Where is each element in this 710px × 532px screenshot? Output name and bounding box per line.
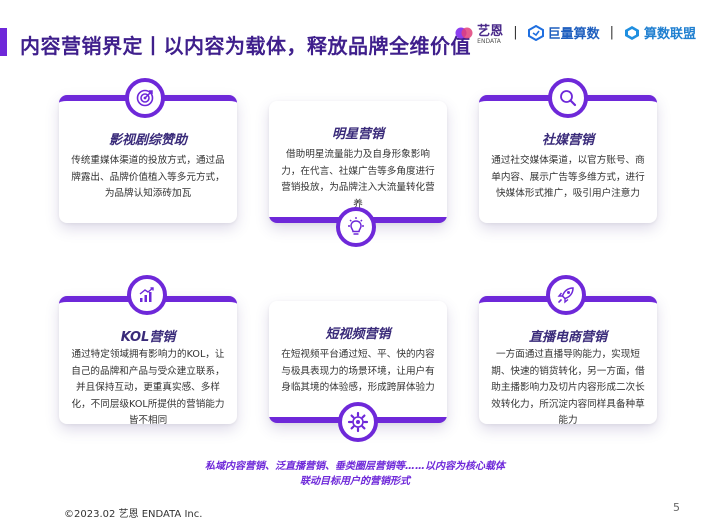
copyright-text: ©2023.02 艺恩 ENDATA Inc.	[64, 509, 203, 520]
lightbulb-icon	[336, 207, 376, 247]
summary-note: 私域内容营销、泛直播营销、垂类圈层营销等……以内容为核心载体 联动目标用户的营销…	[0, 459, 710, 489]
card-body: 一方面通过直播导购能力，实现短期、快速的销货转化，另一方面，借助主播影响力及切片…	[491, 349, 645, 424]
suanshu-logo: 算数联盟	[624, 23, 696, 42]
summary-note-line1: 私域内容营销、泛直播营销、垂类圈层营销等……以内容为核心载体	[205, 461, 505, 472]
gear-icon	[338, 402, 378, 442]
title-accent-bar	[0, 28, 7, 56]
card-title: 短视频营销	[325, 327, 391, 342]
card-live-commerce: 直播电商营销 一方面通过直播导购能力，实现短期、快速的销货转化，另一方面，借助主…	[479, 296, 657, 424]
endata-logo-name: 艺恩	[477, 24, 504, 39]
summary-note-line2: 联动目标用户的营销形式	[300, 476, 410, 487]
card-body: 在短视频平台通过短、平、快的内容与极具表现力的场景环境，让用户有身临其境的体验感…	[281, 349, 435, 393]
endata-logo-sub: ENDATA	[477, 38, 501, 45]
page-number: 5	[673, 501, 680, 514]
card-body: 借助明星流量能力及自身形象影响力，在代言、社媒广告等多角度进行营销投放，为品牌注…	[281, 149, 435, 210]
card-body: 通过特定领域拥有影响力的KOL，让自己的品牌和产品与受众建立联系，并且保持互动，…	[71, 349, 225, 424]
logo-bar: 艺恩 ENDATA | 巨量算数 | 算数联盟	[455, 20, 696, 45]
suanshu-logo-name: 算数联盟	[643, 27, 696, 42]
rocket-icon	[546, 275, 586, 315]
growth-chart-icon	[127, 275, 167, 315]
card-title: 明星营销	[331, 127, 384, 142]
page-title: 内容营销界定丨以内容为载体，释放品牌全维价值	[20, 34, 471, 58]
logo-separator: |	[609, 25, 614, 40]
logo-separator: |	[513, 25, 518, 40]
target-icon	[125, 78, 165, 118]
card-body: 传统重媒体渠道的投放方式，通过品牌露出、品牌价值植入等多元方式，为品牌认知添砖加…	[71, 155, 225, 199]
endata-logo-icon	[455, 27, 473, 38]
juliang-logo-name: 巨量算数	[547, 27, 600, 42]
card-kol: KOL营销 通过特定领域拥有影响力的KOL，让自己的品牌和产品与受众建立联系，并…	[59, 296, 237, 424]
endata-logo: 艺恩 ENDATA	[455, 20, 503, 45]
card-celebrity: 明星营销 借助明星流量能力及自身形象影响力，在代言、社媒广告等多角度进行营销投放…	[269, 101, 447, 223]
suanshu-logo-icon	[624, 25, 639, 40]
juliang-logo: 巨量算数	[527, 23, 600, 42]
search-icon	[548, 78, 588, 118]
juliang-logo-icon	[527, 24, 544, 41]
card-body: 通过社交媒体渠道，以官方账号、商单内容、展示广告等多维方式，进行快媒体形式推广，…	[491, 155, 645, 199]
